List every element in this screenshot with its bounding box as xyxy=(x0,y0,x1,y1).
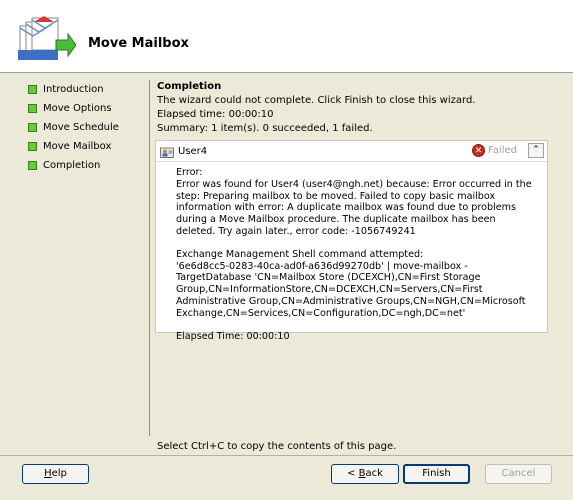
help-button[interactable]: Help xyxy=(22,464,89,484)
nav-step-label: Completion xyxy=(43,160,101,171)
result-details: Error: Error was found for User4 (user4@… xyxy=(156,162,547,342)
command-section: Exchange Management Shell command attemp… xyxy=(176,249,535,320)
command-label: Exchange Management Shell command attemp… xyxy=(176,248,424,260)
nav-step-move-schedule[interactable]: Move Schedule xyxy=(28,118,148,137)
wizard-steps-nav: Introduction Move Options Move Schedule … xyxy=(28,80,148,175)
header-divider xyxy=(0,72,573,73)
status-label: Failed xyxy=(487,145,517,156)
nav-divider xyxy=(149,80,150,436)
back-prefix: < xyxy=(347,468,359,479)
result-elapsed-time: Elapsed Time: 00:00:10 xyxy=(176,330,290,342)
failed-icon: ✕ xyxy=(471,144,485,157)
status-badge: ✕ Failed xyxy=(471,144,517,157)
status-message: The wizard could not complete. Click Fin… xyxy=(157,95,476,106)
wizard-title: Move Mailbox xyxy=(88,36,189,51)
nav-step-completion[interactable]: Completion xyxy=(28,156,148,175)
nav-step-label: Move Mailbox xyxy=(43,141,112,152)
page-title: Completion xyxy=(157,81,222,92)
summary-text: Summary: 1 item(s). 0 succeeded, 1 faile… xyxy=(157,123,373,134)
result-header: User4 ✕ Failed ⌃ xyxy=(156,141,547,162)
back-label: ack xyxy=(365,468,383,479)
move-mailbox-icon xyxy=(18,16,76,60)
back-button[interactable]: < Back xyxy=(331,464,399,484)
copy-hint: Select Ctrl+C to copy the contents of th… xyxy=(157,441,397,452)
help-mnemonic: H xyxy=(44,468,52,479)
finish-button[interactable]: Finish xyxy=(403,464,470,484)
result-user-name: User4 xyxy=(178,145,208,157)
nav-step-label: Move Options xyxy=(43,103,112,114)
error-label: Error: xyxy=(176,167,203,178)
chevron-up-icon: ⌃ xyxy=(532,145,540,155)
nav-step-introduction[interactable]: Introduction xyxy=(28,80,148,99)
back-mnemonic: B xyxy=(358,468,366,479)
step-complete-icon xyxy=(28,85,37,94)
collapse-button[interactable]: ⌃ xyxy=(528,143,544,158)
command-text: '6e6d8cc5-0283-40ca-ad0f-a636d99270db' |… xyxy=(176,260,526,319)
result-panel: User4 ✕ Failed ⌃ Error: Error was found … xyxy=(155,140,548,342)
nav-step-label: Move Schedule xyxy=(43,122,119,133)
help-label: elp xyxy=(51,468,67,479)
error-section: Error: Error was found for User4 (user4@… xyxy=(176,167,535,238)
elapsed-section: Elapsed Time: 00:00:10 xyxy=(176,331,535,343)
nav-step-label: Introduction xyxy=(43,84,104,95)
step-complete-icon xyxy=(28,104,37,113)
step-complete-icon xyxy=(28,123,37,132)
cancel-button[interactable]: Cancel xyxy=(485,464,552,484)
step-complete-icon xyxy=(28,161,37,170)
user-icon xyxy=(160,147,174,158)
step-complete-icon xyxy=(28,142,37,151)
completion-summary: Completion The wizard could not complete… xyxy=(157,81,549,136)
nav-step-move-mailbox[interactable]: Move Mailbox xyxy=(28,137,148,156)
error-text: Error was found for User4 (user4@ngh.net… xyxy=(176,178,532,237)
nav-step-move-options[interactable]: Move Options xyxy=(28,99,148,118)
elapsed-time: Elapsed time: 00:00:10 xyxy=(157,109,274,120)
wizard-header: Move Mailbox xyxy=(0,0,573,72)
footer-divider xyxy=(0,455,573,456)
